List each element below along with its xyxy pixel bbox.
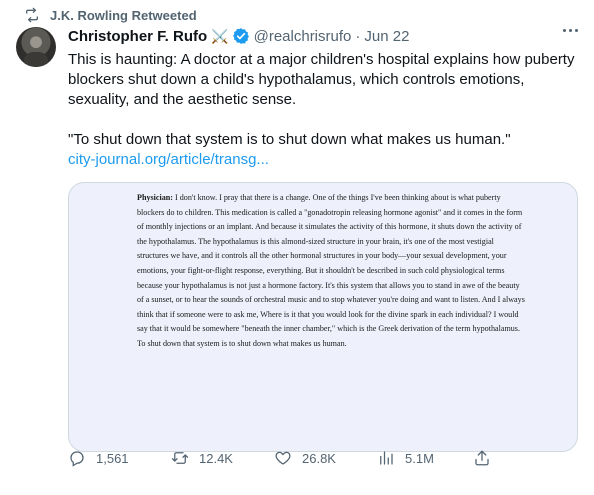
document-body: I don't know. I pray that there is a cha… (137, 193, 525, 348)
tweet-date[interactable]: Jun 22 (364, 28, 409, 45)
like-icon (275, 451, 291, 465)
verified-badge-icon (232, 28, 249, 44)
tweet-quote: "To shut down that system is to shut dow… (68, 131, 511, 148)
like-count: 26.8K (302, 450, 336, 466)
reply-count: 1,561 (96, 450, 129, 466)
speaker-label: Physician: (137, 193, 173, 202)
media-image[interactable]: Physician: I don't know. I pray that the… (68, 182, 578, 452)
views-icon (380, 451, 393, 465)
retweet-banner-text: J.K. Rowling Retweeted (50, 7, 197, 23)
swords-emoji: ⚔️ (211, 27, 229, 44)
views-button[interactable]: 5.1M (377, 449, 434, 467)
more-options-button[interactable] (563, 29, 578, 32)
separator-dot: · (355, 27, 361, 45)
reply-button[interactable]: 1,561 (68, 449, 129, 467)
retweet-count: 12.4K (199, 450, 233, 466)
article-link[interactable]: city-journal.org/article/transg... (68, 150, 578, 170)
author-name[interactable]: Christopher F. Rufo (68, 28, 207, 45)
tweet-body: This is haunting: A doctor at a major ch… (68, 51, 575, 108)
retweet-button[interactable]: 12.4K (171, 449, 233, 467)
document-excerpt: Physician: I don't know. I pray that the… (137, 191, 527, 352)
more-icon (563, 29, 566, 32)
views-count: 5.1M (405, 450, 434, 466)
like-button[interactable]: 26.8K (274, 449, 336, 467)
tweet-header: Christopher F. Rufo ⚔️ @realchrisrufo · … (68, 27, 578, 45)
retweet-icon (26, 7, 38, 23)
tweet-text: This is haunting: A doctor at a major ch… (68, 50, 578, 170)
share-icon (475, 450, 489, 466)
reply-icon (70, 451, 84, 467)
retweet-icon (171, 452, 189, 464)
retweet-banner[interactable]: J.K. Rowling Retweeted (24, 7, 197, 23)
avatar[interactable] (16, 27, 56, 67)
share-button[interactable] (473, 449, 491, 467)
author-handle[interactable]: @realchrisrufo (254, 28, 352, 45)
